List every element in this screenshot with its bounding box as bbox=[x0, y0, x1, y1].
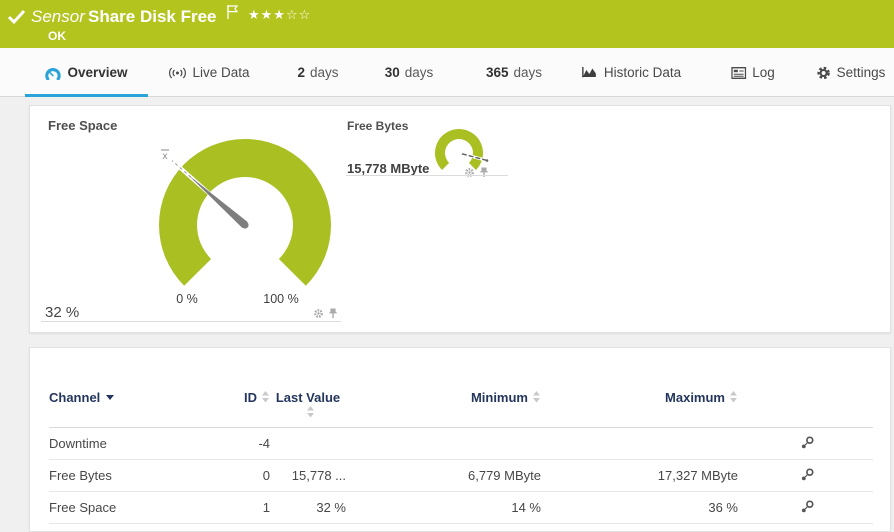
tab-overview[interactable]: Overview bbox=[44, 48, 127, 97]
tab-365-days[interactable]: 365 days bbox=[486, 48, 542, 97]
tab-live-data-label: Live Data bbox=[192, 65, 249, 80]
channel-last-value: 32 % bbox=[270, 492, 346, 524]
active-tab-underline bbox=[25, 94, 148, 97]
object-kind-label: Sensor bbox=[31, 7, 85, 27]
column-header-minimum[interactable]: Minimum bbox=[346, 348, 541, 428]
sort-icon bbox=[306, 406, 315, 421]
channel-name: Downtime bbox=[49, 428, 199, 460]
channel-maximum bbox=[541, 428, 738, 460]
sensor-status-badge: OK bbox=[48, 29, 66, 43]
channel-id: -4 bbox=[199, 428, 270, 460]
tab-2-days-unit: days bbox=[310, 65, 339, 80]
channel-table-header-row: Channel ID Last Value Minimum Maximum bbox=[49, 348, 873, 428]
gauge-icon bbox=[44, 66, 61, 80]
free-space-gauge: x bbox=[140, 120, 350, 290]
channel-settings-icon[interactable] bbox=[801, 500, 814, 516]
sort-icon bbox=[261, 391, 270, 406]
channel-id: 1 bbox=[199, 492, 270, 524]
tab-365-days-unit: days bbox=[514, 65, 543, 80]
chevron-down-icon bbox=[106, 395, 114, 400]
tab-2-days[interactable]: 2 days bbox=[297, 48, 338, 97]
column-header-channel[interactable]: Channel bbox=[49, 348, 199, 428]
channels-panel: Channel ID Last Value Minimum Maximum Do… bbox=[29, 347, 891, 532]
gauge-gear-icon[interactable] bbox=[464, 165, 475, 183]
tab-historic-data[interactable]: Historic Data bbox=[581, 48, 681, 97]
free-space-tile-divider bbox=[41, 321, 341, 322]
gauges-panel: Free Space x 0 % 100 % 32 % Free Bytes bbox=[29, 105, 891, 333]
channel-last-value bbox=[270, 428, 346, 460]
column-header-id[interactable]: ID bbox=[199, 348, 270, 428]
free-bytes-tile-icons bbox=[464, 165, 489, 183]
channel-name: Free Space bbox=[49, 492, 199, 524]
tab-2-days-number: 2 bbox=[297, 65, 305, 80]
table-row: Downtime -4 bbox=[49, 428, 873, 460]
tab-365-days-number: 365 bbox=[486, 65, 509, 80]
tab-settings-label: Settings bbox=[837, 65, 886, 80]
gauge-pin-icon[interactable] bbox=[479, 165, 489, 183]
status-ok-check-icon bbox=[8, 9, 26, 30]
table-row: Free Bytes 0 15,778 ... 6,779 MByte 17,3… bbox=[49, 460, 873, 492]
gauge-average-marker: x bbox=[163, 151, 168, 162]
channel-maximum: 17,327 MByte bbox=[541, 460, 738, 492]
tab-live-data[interactable]: Live Data bbox=[168, 48, 249, 97]
flag-icon[interactable] bbox=[227, 5, 239, 25]
free-bytes-gauge-title: Free Bytes bbox=[347, 119, 408, 133]
priority-stars[interactable]: ★★★☆☆ bbox=[248, 7, 311, 23]
channel-settings-icon[interactable] bbox=[801, 468, 814, 484]
stars-empty: ☆☆ bbox=[286, 7, 311, 22]
chart-icon bbox=[581, 66, 598, 79]
tab-historic-data-label: Historic Data bbox=[604, 65, 681, 80]
free-space-value: 32 % bbox=[45, 304, 79, 321]
channel-minimum bbox=[346, 428, 541, 460]
tab-30-days-number: 30 bbox=[385, 65, 400, 80]
tab-log[interactable]: Log bbox=[731, 48, 775, 97]
tab-30-days-unit: days bbox=[405, 65, 434, 80]
column-header-maximum[interactable]: Maximum bbox=[541, 348, 738, 428]
sort-icon bbox=[729, 391, 738, 406]
log-icon bbox=[731, 67, 746, 79]
tab-30-days[interactable]: 30 days bbox=[385, 48, 434, 97]
tab-log-label: Log bbox=[752, 65, 775, 80]
sort-icon bbox=[532, 391, 541, 406]
sensor-title: Share Disk Free bbox=[88, 7, 217, 27]
gauge-scale-min-label: 0 % bbox=[167, 292, 207, 306]
stars-filled: ★★★ bbox=[248, 7, 286, 22]
live-data-icon bbox=[168, 66, 186, 79]
free-space-gauge-title: Free Space bbox=[48, 118, 117, 133]
column-header-actions bbox=[738, 348, 873, 428]
channel-id: 0 bbox=[199, 460, 270, 492]
channel-settings-icon[interactable] bbox=[801, 436, 814, 452]
channel-minimum: 6,779 MByte bbox=[346, 460, 541, 492]
gear-icon bbox=[817, 66, 831, 80]
gauge-scale-max-label: 100 % bbox=[257, 292, 305, 306]
tab-settings[interactable]: Settings bbox=[817, 48, 886, 97]
channel-name: Free Bytes bbox=[49, 460, 199, 492]
free-bytes-tile-divider bbox=[346, 175, 508, 176]
channel-last-value: 15,778 ... bbox=[270, 460, 346, 492]
channel-table: Channel ID Last Value Minimum Maximum Do… bbox=[49, 348, 873, 524]
table-row: Free Space 1 32 % 14 % 36 % bbox=[49, 492, 873, 524]
column-header-last-value[interactable]: Last Value bbox=[270, 348, 346, 428]
sensor-header: Sensor Share Disk Free ★★★☆☆ OK bbox=[0, 0, 894, 48]
free-bytes-value: 15,778 MByte bbox=[347, 161, 429, 176]
channel-minimum: 14 % bbox=[346, 492, 541, 524]
tab-overview-label: Overview bbox=[67, 65, 127, 80]
tab-bar: Overview Live Data 2 days 30 days 365 da… bbox=[0, 48, 894, 97]
channel-maximum: 36 % bbox=[541, 492, 738, 524]
